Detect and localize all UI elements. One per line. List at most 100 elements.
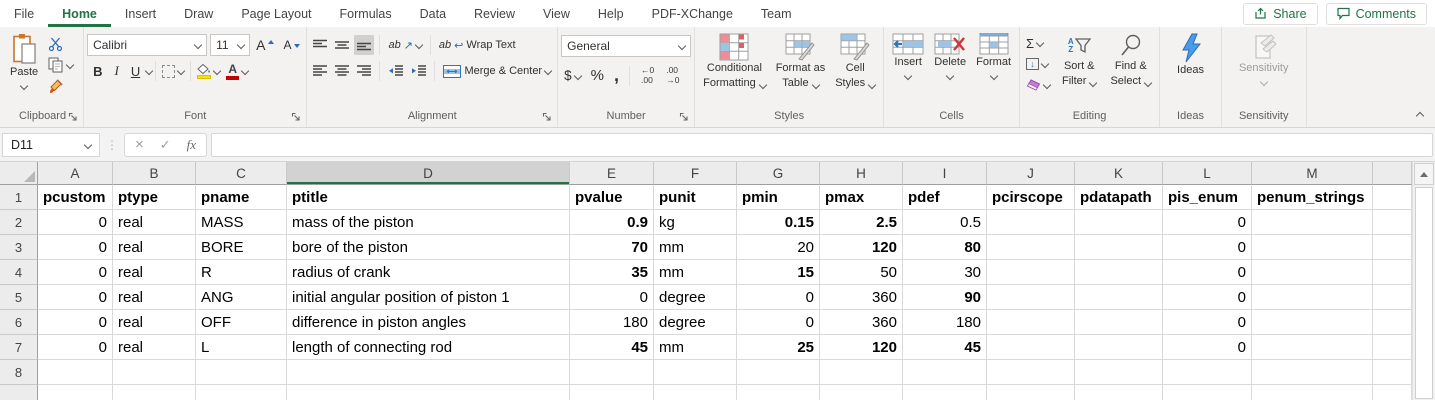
row-header-7[interactable]: 7 [0, 335, 38, 360]
cell[interactable] [287, 360, 570, 385]
increase-indent-button[interactable] [408, 61, 429, 81]
sort-filter-button[interactable]: AZ Sort & Filter [1057, 30, 1101, 92]
cell[interactable] [38, 360, 113, 385]
cell[interactable]: MASS [196, 210, 287, 235]
clipboard-dialog-launcher[interactable] [68, 112, 78, 122]
tab-data[interactable]: Data [406, 0, 460, 27]
cell[interactable]: 0 [1163, 210, 1252, 235]
merge-center-button[interactable]: Merge & Center [440, 61, 554, 81]
cell[interactable]: mm [654, 335, 737, 360]
bottom-align-button[interactable] [354, 35, 375, 55]
cell[interactable] [1252, 210, 1373, 235]
cell[interactable] [1252, 260, 1373, 285]
cell[interactable]: 360 [820, 310, 903, 335]
cell[interactable] [987, 385, 1075, 400]
cell[interactable] [1075, 260, 1163, 285]
cell[interactable] [1163, 385, 1252, 400]
enter-button[interactable]: ✓ [160, 138, 171, 151]
cell[interactable]: length of connecting rod [287, 335, 570, 360]
tab-formulas[interactable]: Formulas [326, 0, 406, 27]
cell[interactable]: 0 [737, 310, 820, 335]
cell[interactable]: pmax [820, 185, 903, 210]
cell[interactable]: BORE [196, 235, 287, 260]
tab-help[interactable]: Help [584, 0, 638, 27]
cell[interactable]: 180 [903, 310, 987, 335]
cell[interactable] [654, 385, 737, 400]
cell[interactable] [987, 285, 1075, 310]
format-painter-button[interactable] [45, 76, 76, 96]
cell[interactable]: 0 [1163, 260, 1252, 285]
column-header-L[interactable]: L [1163, 162, 1252, 185]
cell[interactable] [654, 360, 737, 385]
cell[interactable] [1252, 235, 1373, 260]
collapse-ribbon-button[interactable] [1415, 111, 1425, 121]
cell[interactable] [987, 310, 1075, 335]
cell[interactable] [1373, 310, 1412, 335]
cell[interactable]: 25 [737, 335, 820, 360]
clear-button[interactable] [1023, 75, 1053, 95]
cell[interactable]: ANG [196, 285, 287, 310]
cell[interactable] [113, 360, 196, 385]
cell[interactable]: L [196, 335, 287, 360]
cell[interactable] [113, 385, 196, 400]
cell[interactable]: real [113, 260, 196, 285]
cell[interactable] [1252, 285, 1373, 310]
comments-button[interactable]: Comments [1325, 2, 1427, 25]
cell[interactable]: bore of the piston [287, 235, 570, 260]
cell[interactable]: real [113, 210, 196, 235]
cell[interactable] [570, 360, 654, 385]
row-header-partial[interactable] [0, 385, 38, 400]
cell[interactable] [1075, 310, 1163, 335]
decrease-indent-button[interactable] [385, 61, 406, 81]
cell[interactable]: 35 [570, 260, 654, 285]
cell[interactable]: pvalue [570, 185, 654, 210]
cell[interactable]: 30 [903, 260, 987, 285]
formula-input[interactable] [211, 132, 1433, 157]
cell[interactable] [287, 385, 570, 400]
cell[interactable]: 360 [820, 285, 903, 310]
cell[interactable]: 80 [903, 235, 987, 260]
cell[interactable]: pcirscope [987, 185, 1075, 210]
cell[interactable] [987, 235, 1075, 260]
cell[interactable]: mass of the piston [287, 210, 570, 235]
share-button[interactable]: Share [1243, 2, 1318, 25]
column-header-B[interactable]: B [113, 162, 196, 185]
column-header-E[interactable]: E [570, 162, 654, 185]
cell[interactable]: 0 [1163, 335, 1252, 360]
cell[interactable]: 0 [1163, 235, 1252, 260]
row-header-4[interactable]: 4 [0, 260, 38, 285]
cell[interactable] [987, 335, 1075, 360]
cell[interactable] [987, 260, 1075, 285]
tab-home[interactable]: Home [48, 0, 111, 27]
name-box[interactable]: D11 [2, 132, 100, 157]
number-format-select[interactable]: General [561, 35, 692, 57]
font-color-button[interactable]: A [223, 61, 251, 82]
cell[interactable] [820, 385, 903, 400]
cell[interactable]: radius of crank [287, 260, 570, 285]
cell[interactable] [1373, 360, 1412, 385]
cell[interactable]: 50 [820, 260, 903, 285]
cell[interactable] [38, 385, 113, 400]
scroll-up-button[interactable] [1414, 163, 1434, 185]
cut-button[interactable] [45, 34, 76, 54]
cell[interactable] [1075, 360, 1163, 385]
cell[interactable]: 15 [737, 260, 820, 285]
decrease-font-size-button[interactable]: A [280, 35, 303, 55]
cell[interactable]: real [113, 335, 196, 360]
cell-styles-button[interactable]: Cell Styles [830, 30, 880, 94]
column-header-C[interactable]: C [196, 162, 287, 185]
increase-decimal-button[interactable]: ←0.00 [637, 65, 658, 87]
cell[interactable] [196, 360, 287, 385]
underline-button[interactable]: U [125, 62, 146, 81]
cell[interactable]: 0 [1163, 310, 1252, 335]
column-header-H[interactable]: H [820, 162, 903, 185]
cell[interactable] [1373, 335, 1412, 360]
cell[interactable] [1373, 285, 1412, 310]
cell[interactable] [570, 385, 654, 400]
row-header-6[interactable]: 6 [0, 310, 38, 335]
column-header-M[interactable]: M [1252, 162, 1373, 185]
bold-button[interactable]: B [87, 62, 108, 81]
cell[interactable] [1075, 385, 1163, 400]
cell[interactable]: 0.5 [903, 210, 987, 235]
italic-button[interactable]: I [108, 61, 124, 81]
